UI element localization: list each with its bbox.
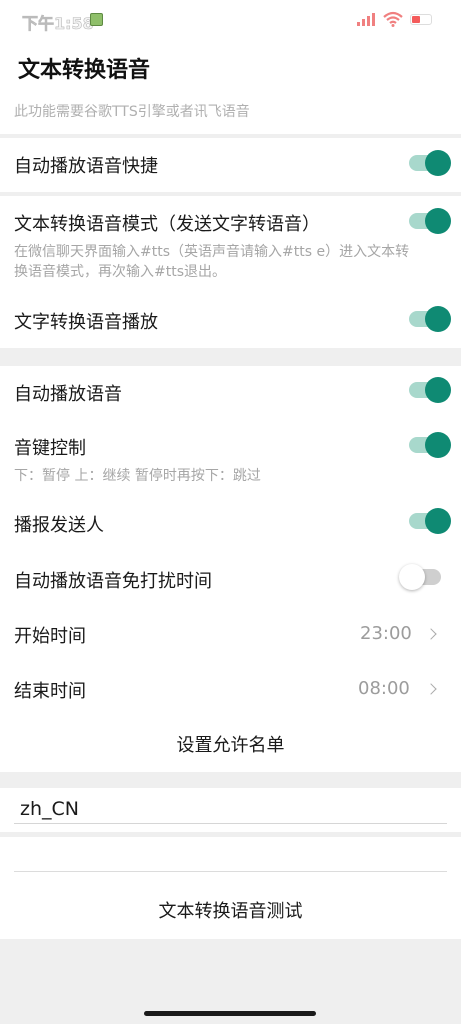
text-to-speech-play-toggle[interactable] bbox=[409, 306, 451, 332]
signal-icon bbox=[357, 13, 375, 26]
volume-key-control-toggle[interactable] bbox=[409, 432, 451, 458]
auto-play-shortcut-toggle[interactable] bbox=[409, 150, 451, 176]
volume-key-control-desc: 下：暂停 上：继续 暂停时再按下：跳过 bbox=[14, 468, 261, 484]
locale-input[interactable] bbox=[14, 794, 447, 824]
start-time-chevron-icon[interactable] bbox=[425, 628, 437, 640]
page-title: 文本转换语音 bbox=[18, 58, 151, 83]
volume-key-control-label: 音键控制 bbox=[14, 438, 86, 459]
dnd-time-label: 自动播放语音免打扰时间 bbox=[14, 571, 212, 592]
tts-mode-label: 文本转换语音模式（发送文字转语音） bbox=[14, 214, 320, 235]
announce-sender-label: 播报发送人 bbox=[14, 515, 104, 536]
end-time-chevron-icon[interactable] bbox=[425, 683, 437, 695]
app-header: 文本转换语音 bbox=[0, 40, 461, 98]
text-to-speech-play-label: 文字转换语音播放 bbox=[14, 312, 158, 333]
app-notification-icon bbox=[90, 13, 103, 26]
tts-notice-block: 此功能需要谷歌TTS引擎或者讯飞语音 bbox=[0, 98, 461, 134]
status-time: 下午1:58 bbox=[22, 14, 94, 34]
allowlist-button[interactable]: 设置允许名单 bbox=[0, 731, 461, 757]
dnd-time-toggle[interactable] bbox=[399, 564, 441, 590]
tts-test-button[interactable]: 文本转换语音测试 bbox=[0, 897, 461, 923]
start-time-label: 开始时间 bbox=[14, 626, 86, 647]
battery-icon bbox=[410, 14, 432, 25]
end-time-label: 结束时间 bbox=[14, 681, 86, 702]
auto-play-voice-label: 自动播放语音 bbox=[14, 384, 122, 405]
auto-play-voice-toggle[interactable] bbox=[409, 377, 451, 403]
auto-play-shortcut-label: 自动播放语音快捷 bbox=[14, 156, 158, 177]
announce-sender-toggle[interactable] bbox=[409, 508, 451, 534]
test-block: 文本转换语音测试 bbox=[0, 837, 461, 939]
tts-mode-desc-line1: 在微信聊天界面输入#tts（英语声音请输入#tts e）进入文本转 bbox=[14, 244, 410, 260]
auto-play-group: 自动播放语音 音键控制 下：暂停 上：继续 暂停时再按下：跳过 播报发送人 自动… bbox=[0, 366, 461, 772]
tts-mode-group: 文本转换语音模式（发送文字转语音） 在微信聊天界面输入#tts（英语声音请输入#… bbox=[0, 196, 461, 348]
tts-mode-toggle[interactable] bbox=[409, 208, 451, 234]
wifi-icon bbox=[383, 11, 403, 27]
divider bbox=[14, 871, 447, 872]
home-indicator bbox=[144, 1011, 316, 1016]
start-time-value[interactable]: 23:00 bbox=[360, 623, 412, 644]
locale-block bbox=[0, 788, 461, 832]
tts-notice: 此功能需要谷歌TTS引擎或者讯飞语音 bbox=[14, 104, 250, 120]
auto-play-shortcut-row[interactable]: 自动播放语音快捷 bbox=[0, 138, 461, 192]
end-time-value[interactable]: 08:00 bbox=[358, 678, 410, 699]
tts-mode-desc-line2: 换语音模式，再次输入#tts退出。 bbox=[14, 264, 227, 280]
status-bar: 下午1:58 bbox=[0, 0, 461, 40]
